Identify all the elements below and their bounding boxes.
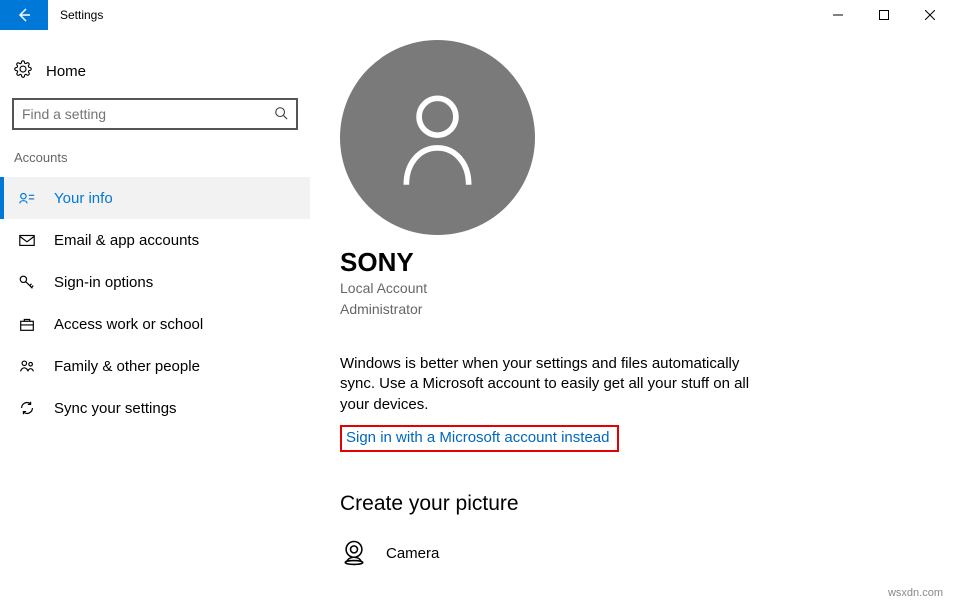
sidebar-item-label: Sync your settings: [54, 400, 177, 417]
people-icon: [18, 357, 36, 375]
briefcase-icon: [18, 315, 36, 333]
search-icon: [274, 106, 288, 123]
sidebar: Home Accounts Your info Email & app acco…: [0, 30, 310, 605]
sidebar-item-label: Email & app accounts: [54, 232, 199, 249]
sidebar-item-work[interactable]: Access work or school: [0, 303, 310, 345]
person-icon: [395, 88, 480, 188]
close-button[interactable]: [907, 0, 953, 30]
camera-icon: [340, 538, 368, 570]
sidebar-item-label: Family & other people: [54, 358, 200, 375]
title-bar: Settings: [0, 0, 953, 30]
maximize-button[interactable]: [861, 0, 907, 30]
search-input[interactable]: [22, 106, 274, 122]
maximize-icon: [879, 10, 889, 20]
create-picture-heading: Create your picture: [340, 492, 913, 516]
account-type: Local Account: [340, 278, 913, 299]
key-icon: [18, 273, 36, 291]
main-panel: SONY Local Account Administrator Windows…: [310, 30, 953, 605]
user-name: SONY: [340, 247, 913, 278]
minimize-button[interactable]: [815, 0, 861, 30]
window-controls: [815, 0, 953, 30]
camera-label: Camera: [386, 545, 439, 562]
sidebar-group-label: Accounts: [0, 146, 310, 177]
home-label: Home: [46, 63, 86, 80]
sidebar-item-email[interactable]: Email & app accounts: [0, 219, 310, 261]
sidebar-item-family[interactable]: Family & other people: [0, 345, 310, 387]
search-box[interactable]: [12, 98, 298, 130]
window-title: Settings: [48, 0, 815, 30]
close-icon: [925, 10, 935, 20]
sidebar-item-your-info[interactable]: Your info: [0, 177, 310, 219]
mail-icon: [18, 231, 36, 249]
sidebar-item-signin[interactable]: Sign-in options: [0, 261, 310, 303]
sidebar-item-label: Your info: [54, 190, 113, 207]
account-role: Administrator: [340, 299, 913, 320]
user-avatar: [340, 40, 535, 235]
sync-message: Windows is better when your settings and…: [340, 354, 760, 415]
minimize-icon: [833, 10, 843, 20]
person-card-icon: [18, 189, 36, 207]
watermark: wsxdn.com: [888, 587, 943, 599]
sidebar-item-sync[interactable]: Sync your settings: [0, 387, 310, 429]
back-button[interactable]: [0, 0, 48, 30]
sign-in-microsoft-link[interactable]: Sign in with a Microsoft account instead: [340, 425, 619, 452]
gear-icon: [14, 60, 32, 82]
arrow-left-icon: [16, 7, 32, 23]
home-nav[interactable]: Home: [0, 50, 310, 92]
sidebar-item-label: Access work or school: [54, 316, 203, 333]
sync-icon: [18, 399, 36, 417]
sidebar-item-label: Sign-in options: [54, 274, 153, 291]
camera-option[interactable]: Camera: [340, 538, 913, 570]
content-area: Home Accounts Your info Email & app acco…: [0, 30, 953, 605]
